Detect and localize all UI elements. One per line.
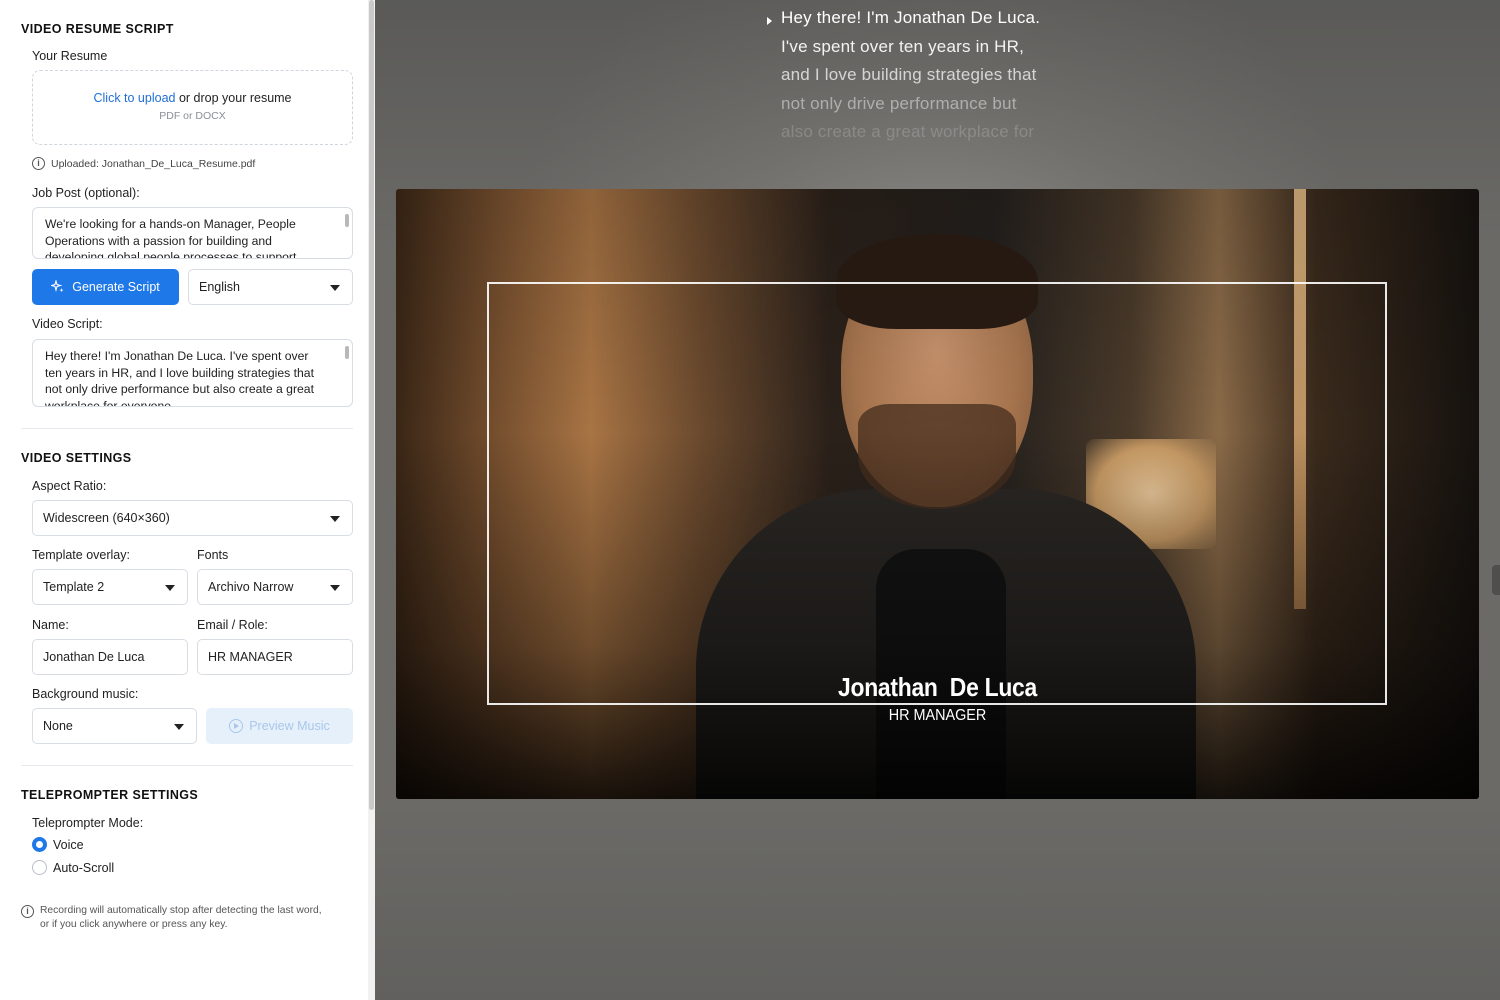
settings-sidebar: VIDEO RESUME SCRIPT Your Resume Click to… — [0, 0, 368, 1000]
teleprompter-line: also create a great workplace for — [781, 122, 1035, 141]
template-overlay-value: Template 2 — [43, 580, 105, 594]
background-music-select[interactable]: None — [32, 708, 197, 744]
click-to-upload-link[interactable]: Click to upload — [93, 91, 175, 105]
background-music-label: Background music: — [32, 687, 139, 701]
template-frame — [487, 282, 1387, 705]
teleprompter-line: Hey there! I'm Jonathan De Luca. — [781, 8, 1041, 27]
recording-note-line2: or if you click anywhere or press any ke… — [40, 919, 228, 930]
email-role-label: Email / Role: — [197, 618, 268, 632]
teleprompter-text: Hey there! I'm Jonathan De Luca. I've sp… — [767, 4, 1101, 147]
caret-right-icon — [767, 17, 772, 25]
video-script-textarea[interactable]: Hey there! I'm Jonathan De Luca. I've sp… — [32, 339, 353, 407]
chevron-down-icon — [174, 724, 184, 730]
sidebar-scroll-thumb[interactable] — [369, 0, 374, 810]
aspect-ratio-value: Widescreen (640×360) — [43, 511, 170, 525]
video-resume-script-title: VIDEO RESUME SCRIPT — [21, 22, 174, 36]
info-icon: i — [21, 905, 34, 918]
overlay-role: HR MANAGER — [888, 707, 987, 724]
your-resume-label: Your Resume — [32, 49, 108, 63]
teleprompter-line: and I love building strategies that — [781, 65, 1037, 84]
fonts-label: Fonts — [197, 548, 229, 562]
recording-note: i Recording will automatically stop afte… — [21, 904, 322, 932]
uploaded-file-info: i Uploaded: Jonathan_De_Luca_Resume.pdf — [32, 157, 255, 170]
chevron-down-icon — [165, 585, 175, 591]
language-select[interactable]: English — [188, 269, 353, 305]
info-icon: i — [32, 157, 45, 170]
template-overlay-select[interactable]: Template 2 — [32, 569, 188, 605]
chevron-down-icon — [330, 516, 340, 522]
radio-auto-scroll[interactable]: Auto-Scroll — [32, 860, 114, 875]
background-music-value: None — [43, 719, 73, 733]
generate-script-button[interactable]: Generate Script — [32, 269, 179, 305]
radio-auto-scroll-label: Auto-Scroll — [53, 860, 115, 875]
email-role-input-value: HR MANAGER — [208, 650, 293, 664]
radio-voice-label: Voice — [53, 837, 84, 852]
name-input[interactable]: Jonathan De Luca — [32, 639, 188, 675]
teleprompter-line: not only drive performance but — [781, 93, 1017, 113]
radio-unselected-icon[interactable] — [32, 860, 47, 875]
job-post-text: We're looking for a hands-on Manager, Pe… — [45, 217, 297, 259]
chevron-down-icon — [330, 585, 340, 591]
video-script-scrollbar[interactable] — [345, 346, 349, 359]
preview-music-button[interactable]: Preview Music — [206, 708, 353, 744]
fonts-select[interactable]: Archivo Narrow — [197, 569, 353, 605]
fonts-value: Archivo Narrow — [208, 580, 294, 594]
email-role-input[interactable]: HR MANAGER — [197, 639, 353, 675]
uploaded-file-text: Uploaded: Jonathan_De_Luca_Resume.pdf — [51, 157, 256, 170]
name-input-value: Jonathan De Luca — [43, 650, 145, 664]
divider — [21, 765, 353, 766]
job-post-scrollbar[interactable] — [345, 214, 349, 227]
side-handle[interactable] — [1492, 565, 1500, 595]
teleprompter-line: I've spent over ten years in HR, — [781, 36, 1025, 56]
resume-dropzone[interactable]: Click to upload or drop your resume PDF … — [32, 70, 353, 145]
sparkle-icon — [51, 280, 64, 293]
play-icon — [229, 719, 244, 733]
dropzone-text: or drop your resume — [175, 91, 292, 105]
job-post-textarea[interactable]: We're looking for a hands-on Manager, Pe… — [32, 207, 353, 259]
chevron-down-icon — [330, 285, 340, 291]
video-script-label: Video Script: — [32, 317, 103, 331]
sidebar-scrollbar[interactable] — [368, 0, 375, 1000]
name-label: Name: — [32, 618, 69, 632]
divider — [21, 428, 353, 429]
video-settings-title: VIDEO SETTINGS — [21, 451, 132, 465]
dropzone-hint: PDF or DOCX — [159, 110, 226, 122]
name-overlay: Jonathan De Luca HR MANAGER — [396, 672, 1479, 725]
teleprompter-settings-title: TELEPROMPTER SETTINGS — [21, 788, 199, 802]
radio-voice[interactable]: Voice — [32, 837, 84, 852]
recording-note-line1: Recording will automatically stop after … — [40, 905, 322, 916]
job-post-label: Job Post (optional): — [32, 186, 140, 200]
video-preview-area: Hey there! I'm Jonathan De Luca. I've sp… — [375, 0, 1500, 1000]
template-overlay-label: Template overlay: — [32, 548, 130, 562]
teleprompter-mode-label: Teleprompter Mode: — [32, 816, 144, 830]
camera-video-preview: Jonathan De Luca HR MANAGER — [396, 189, 1479, 799]
video-script-text: Hey there! I'm Jonathan De Luca. I've sp… — [45, 349, 314, 407]
generate-script-label: Generate Script — [72, 280, 160, 294]
language-value: English — [199, 280, 240, 294]
preview-music-label: Preview Music — [249, 719, 330, 733]
overlay-name: Jonathan De Luca — [838, 672, 1037, 702]
radio-selected-icon[interactable] — [32, 837, 47, 852]
aspect-ratio-label: Aspect Ratio: — [32, 479, 107, 493]
aspect-ratio-select[interactable]: Widescreen (640×360) — [32, 500, 353, 536]
